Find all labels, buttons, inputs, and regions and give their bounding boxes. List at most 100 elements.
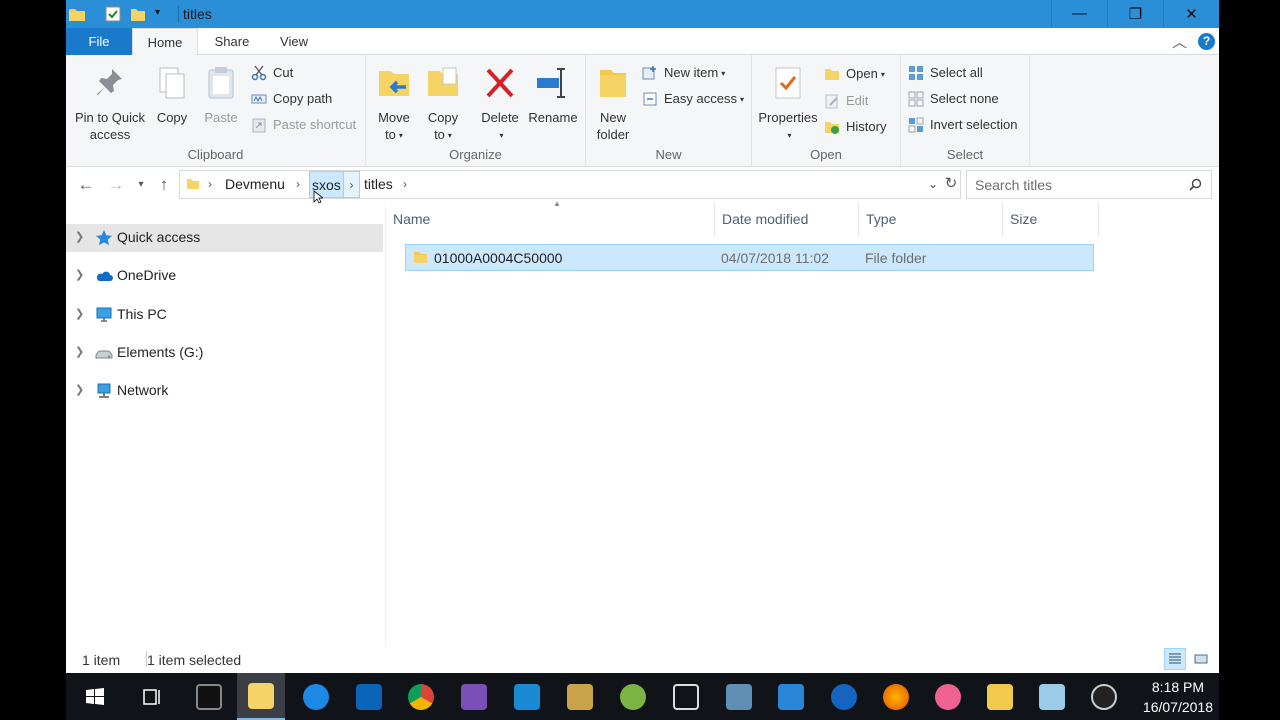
cut-button[interactable]: Cut <box>251 62 293 84</box>
nav-label: Network <box>117 382 169 398</box>
breadcrumb-devmenu[interactable]: Devmenu <box>225 171 285 198</box>
large-icons-view-button[interactable] <box>1190 648 1212 670</box>
collapse-ribbon-icon[interactable]: ︿ <box>1172 31 1187 52</box>
column-header-type[interactable]: Type <box>859 203 1003 236</box>
file-name[interactable]: 01000A0004C50000 <box>434 250 562 266</box>
start-button[interactable] <box>71 673 119 720</box>
expand-chevron-icon[interactable]: ❯ <box>75 230 84 243</box>
back-arrow-icon[interactable]: ← <box>75 174 97 196</box>
expand-chevron-icon[interactable]: ❯ <box>75 307 84 320</box>
taskbar-notes[interactable] <box>1028 673 1076 720</box>
title-bar[interactable]: ▾ titles — ❐ ✕ <box>66 0 1219 29</box>
new-folder-button[interactable]: New folder <box>592 61 634 143</box>
nav-item-elements-drive[interactable]: ❯ Elements (G:) <box>66 339 383 367</box>
taskbar-maps[interactable] <box>820 673 868 720</box>
system-clock[interactable]: 8:18 PM 16/07/2018 <box>1143 677 1213 717</box>
tab-share[interactable]: Share <box>201 28 263 55</box>
cut-label: Cut <box>273 65 294 80</box>
breadcrumb-separator-icon[interactable]: › <box>343 171 360 198</box>
pin-quick-access-button[interactable]: Pin to Quick access <box>74 61 146 143</box>
taskbar-edge[interactable] <box>292 673 340 720</box>
properties-check-icon[interactable] <box>104 5 122 23</box>
nav-item-this-pc[interactable]: ❯ This PC <box>66 301 383 329</box>
refresh-icon[interactable]: ↻ <box>940 173 962 195</box>
edit-button[interactable]: Edit <box>824 90 868 112</box>
address-bar[interactable]: › Devmenu › sxos › titles › ⌄ <box>179 170 961 199</box>
breadcrumb-separator-icon[interactable]: › <box>296 171 300 198</box>
taskbar-remote-desktop[interactable] <box>662 673 710 720</box>
properties-caret-icon[interactable]: ▾ <box>756 126 820 144</box>
details-view-button[interactable] <box>1164 648 1186 670</box>
breadcrumb-separator-icon[interactable]: › <box>403 171 407 198</box>
explorer-window: ▾ titles — ❐ ✕ File Home Share View ︿ ? … <box>66 0 1219 673</box>
maximize-button[interactable]: ❐ <box>1107 0 1163 27</box>
new-folder-qa-icon[interactable] <box>129 5 147 23</box>
paste-label: Paste <box>204 110 238 125</box>
nav-item-network[interactable]: ❯ Network <box>66 377 383 405</box>
breadcrumb-titles[interactable]: titles <box>364 171 393 198</box>
taskbar-tools[interactable] <box>556 673 604 720</box>
search-input[interactable]: Search titles <box>975 177 1052 193</box>
tab-file[interactable]: File <box>66 28 132 55</box>
task-view-icon <box>143 688 160 705</box>
taskbar-cmd[interactable] <box>185 673 233 720</box>
expand-chevron-icon[interactable]: ❯ <box>75 345 84 358</box>
forward-arrow-icon[interactable]: → <box>105 174 127 196</box>
copy-to-button[interactable]: Copy to ▾ <box>422 61 464 144</box>
up-arrow-icon[interactable]: ↑ <box>153 174 175 196</box>
taskbar-vscode[interactable] <box>503 673 551 720</box>
paste-button[interactable]: Paste <box>200 61 242 126</box>
minimize-button[interactable]: — <box>1051 0 1107 27</box>
address-dropdown-chevron-icon[interactable]: ⌄ <box>928 177 938 191</box>
taskbar-file-explorer[interactable] <box>237 673 285 720</box>
open-folder-icon <box>825 69 839 80</box>
easy-access-button[interactable]: Easy access ▾ <box>642 88 744 110</box>
invert-selection-button[interactable]: Invert selection <box>908 114 1017 136</box>
nav-item-quick-access[interactable]: ❯ Quick access <box>66 224 383 252</box>
taskbar-settings-app[interactable] <box>715 673 763 720</box>
pin-label-1: Pin to Quick <box>74 110 146 125</box>
taskbar-chrome[interactable] <box>397 673 445 720</box>
taskbar-firefox[interactable] <box>872 673 920 720</box>
recent-locations-chevron-icon[interactable]: ▾ <box>130 174 152 196</box>
taskbar-outlook[interactable] <box>345 673 393 720</box>
select-all-button[interactable]: Select all <box>908 62 983 84</box>
taskbar-visual-studio[interactable] <box>450 673 498 720</box>
close-button[interactable]: ✕ <box>1163 0 1219 27</box>
column-header-size[interactable]: Size <box>1003 203 1099 236</box>
tab-view[interactable]: View <box>263 28 325 55</box>
taskbar-itunes[interactable] <box>924 673 972 720</box>
column-header-name[interactable]: Name <box>386 203 715 236</box>
expand-chevron-icon[interactable]: ❯ <box>75 268 84 281</box>
search-box[interactable]: Search titles <box>966 170 1212 199</box>
move-to-button[interactable]: Move to ▾ <box>372 61 416 144</box>
breadcrumb-separator-icon[interactable]: › <box>208 171 212 198</box>
help-button[interactable]: ? <box>1198 33 1215 50</box>
column-header-date[interactable]: Date modified <box>715 203 859 236</box>
delete-button[interactable]: Delete ▾ <box>478 61 522 144</box>
taskbar-folder-app[interactable] <box>976 673 1024 720</box>
tab-home[interactable]: Home <box>132 28 198 56</box>
taskbar-app-blue[interactable] <box>767 673 815 720</box>
taskbar-android-studio[interactable] <box>609 673 657 720</box>
new-item-button[interactable]: New item ▾ <box>642 62 725 84</box>
nav-item-onedrive[interactable]: ❯ OneDrive <box>66 262 383 290</box>
rename-button[interactable]: Rename <box>526 61 580 126</box>
select-none-icon <box>908 91 924 107</box>
task-view-button[interactable] <box>128 673 176 720</box>
copy-path-button[interactable]: Copy path <box>251 88 332 110</box>
open-button[interactable]: Open ▾ <box>824 63 885 85</box>
vscode-icon <box>514 683 540 710</box>
paste-shortcut-button[interactable]: Paste shortcut <box>251 114 356 136</box>
properties-label: Properties <box>758 110 818 125</box>
expand-chevron-icon[interactable]: ❯ <box>75 383 84 396</box>
table-row[interactable]: 01000A0004C50000 04/07/2018 11:02 File f… <box>405 244 1094 271</box>
copy-path-icon <box>251 94 267 104</box>
history-button[interactable]: History <box>824 116 886 138</box>
properties-button[interactable]: Properties ▾ <box>756 61 820 144</box>
delete-caret-icon[interactable]: ▾ <box>478 126 522 144</box>
select-none-button[interactable]: Select none <box>908 88 999 110</box>
copy-button[interactable]: Copy <box>152 61 192 126</box>
customize-qa-chevron-icon[interactable]: ▾ <box>155 7 160 18</box>
taskbar-obs[interactable] <box>1080 673 1128 720</box>
